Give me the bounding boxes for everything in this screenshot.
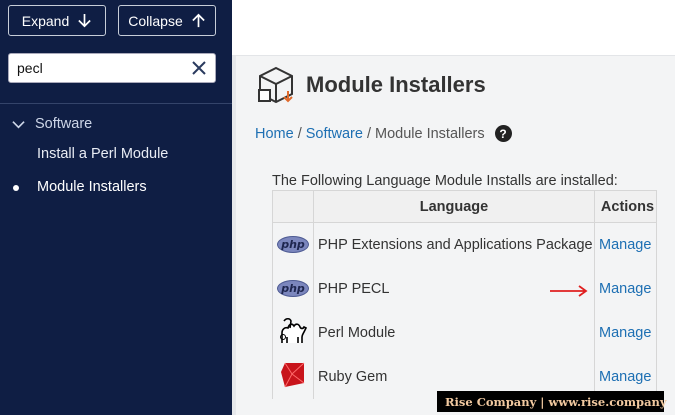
watermark-text: Rise Company | www.rise.company (445, 394, 667, 409)
sidebar-divider (0, 103, 232, 104)
help-icon[interactable]: ? (494, 125, 512, 142)
manage-link[interactable]: Manage (599, 325, 651, 341)
arrow-down-icon (78, 13, 91, 28)
collapse-label: Collapse (128, 12, 183, 29)
chevron-down-icon (12, 120, 25, 128)
ruby-gem-icon (281, 362, 305, 387)
table-row: php PHP PECL Manage (272, 266, 657, 311)
sidebar-item-install-perl-module[interactable]: Install a Perl Module (37, 146, 168, 162)
content-edge (232, 56, 236, 415)
breadcrumb-software[interactable]: Software (306, 126, 363, 142)
collapse-button[interactable]: Collapse (118, 5, 216, 36)
watermark: Rise Company | www.rise.company (437, 391, 667, 412)
table-row: Perl Module Manage (272, 310, 657, 355)
module-installers-table: Language Actions php PHP Extensions and … (272, 190, 657, 399)
table-header-icon (272, 190, 314, 223)
manage-link[interactable]: Manage (599, 369, 651, 385)
breadcrumb-separator: / (297, 125, 302, 142)
annotation-arrow-icon (550, 285, 588, 297)
sidebar: Expand Collapse pecl Software Install a … (0, 0, 232, 415)
breadcrumb: Home / Software / Module Installers ? (255, 125, 512, 142)
arrow-up-icon (192, 13, 205, 28)
language-name: PHP Extensions and Applications Package (313, 222, 595, 267)
table-row: php PHP Extensions and Applications Pack… (272, 222, 657, 267)
page-title: Module Installers (306, 72, 486, 97)
breadcrumb-home[interactable]: Home (255, 126, 294, 142)
package-icon (258, 66, 293, 104)
expand-button[interactable]: Expand (8, 5, 106, 36)
sidebar-section-label: Software (35, 116, 93, 132)
language-name: Perl Module (313, 310, 595, 355)
breadcrumb-separator: / (366, 125, 371, 142)
table-header-language: Language (313, 190, 595, 223)
manage-link[interactable]: Manage (599, 237, 651, 253)
search-value: pecl (17, 60, 43, 76)
sidebar-item-module-installers[interactable]: Module Installers (37, 179, 147, 195)
sidebar-section-software[interactable]: Software (12, 116, 92, 132)
breadcrumb-current: Module Installers (374, 125, 485, 142)
top-bar (232, 0, 675, 56)
manage-link[interactable]: Manage (599, 281, 651, 297)
installs-intro-text: The Following Language Module Installs a… (272, 173, 618, 189)
clear-search-icon[interactable] (191, 60, 207, 76)
table-header-actions: Actions (594, 190, 657, 223)
search-input[interactable]: pecl (8, 53, 216, 83)
expand-label: Expand (21, 12, 70, 29)
camel-icon (280, 317, 308, 343)
active-bullet-icon (13, 185, 19, 191)
php-logo-icon: php (277, 280, 309, 297)
table-header-row: Language Actions (272, 190, 657, 223)
php-logo-icon: php (277, 236, 309, 254)
